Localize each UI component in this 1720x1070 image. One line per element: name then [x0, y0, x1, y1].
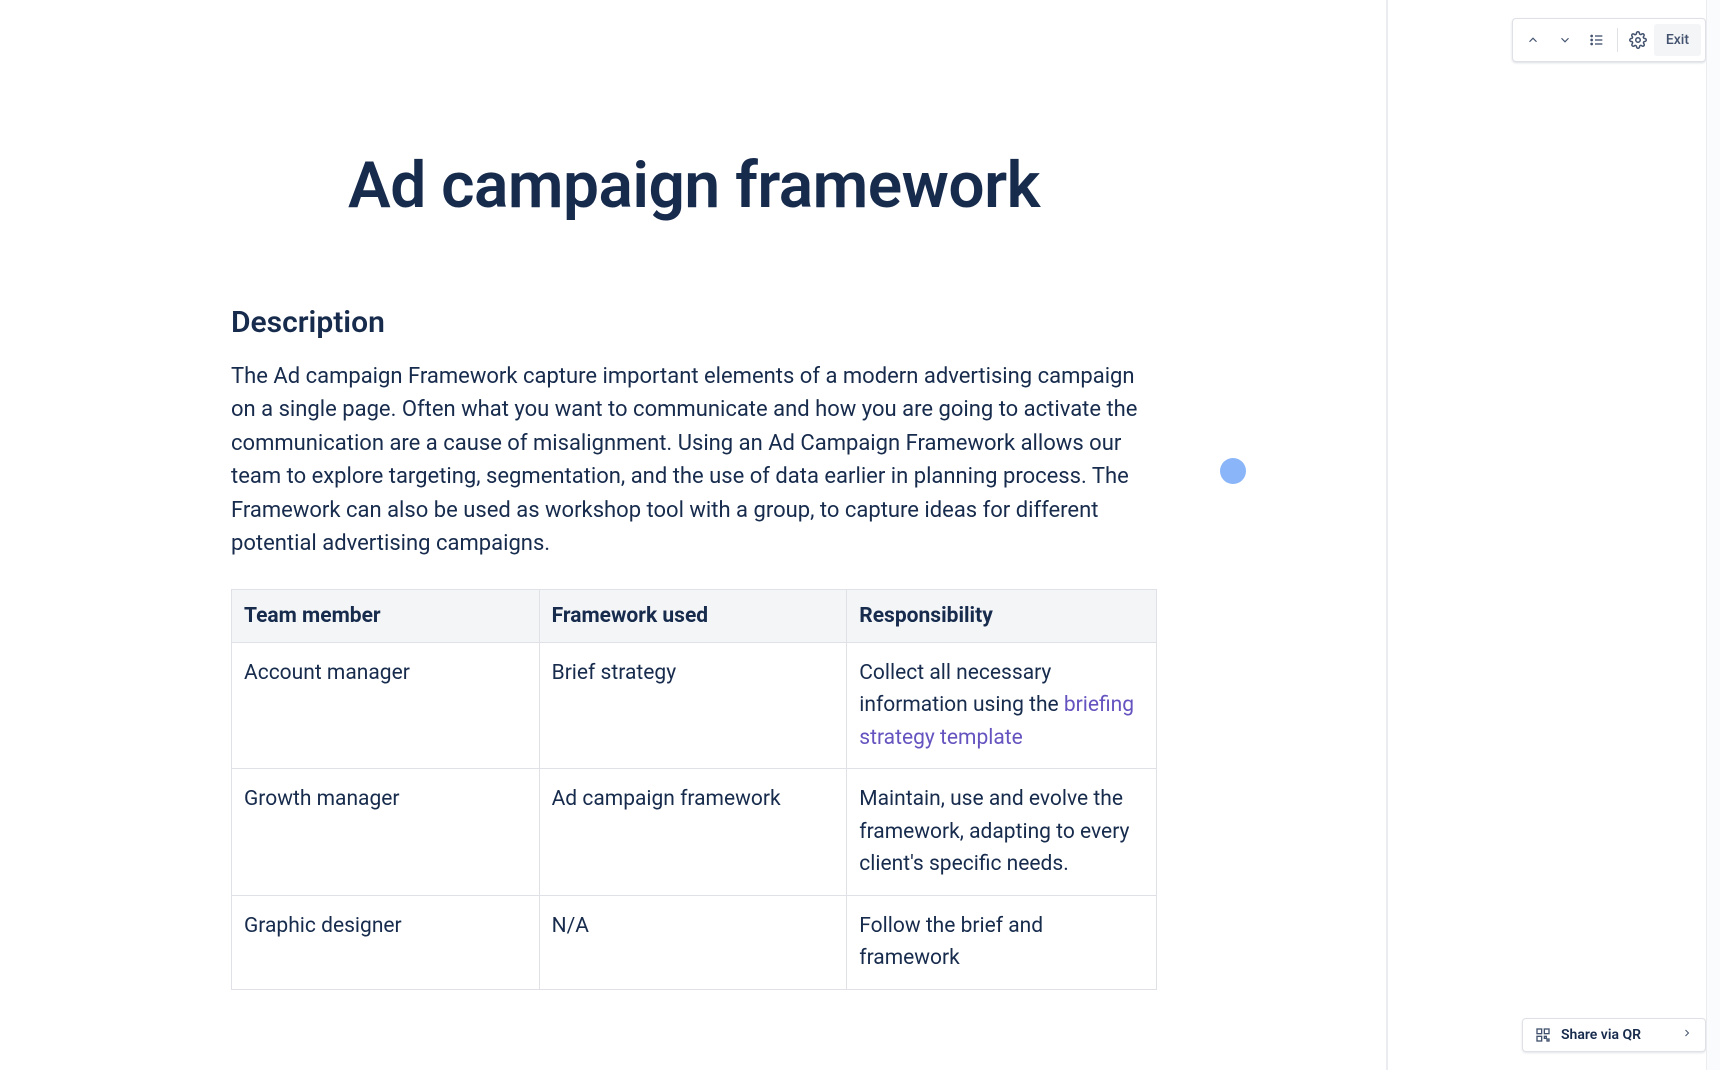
- resp-text: Collect all necessary information using …: [859, 661, 1064, 718]
- list-icon: [1589, 32, 1605, 48]
- description-heading: Description: [231, 305, 1157, 340]
- th-team-member: Team member: [232, 589, 540, 642]
- cell-member: Growth manager: [232, 769, 540, 896]
- outline-button[interactable]: [1581, 24, 1613, 56]
- vertical-scrollbar-track[interactable]: [1706, 0, 1720, 1070]
- chevron-right-icon: [1681, 1027, 1693, 1043]
- page-title: Ad campaign framework: [231, 148, 1157, 223]
- cell-responsibility: Maintain, use and evolve the framework, …: [847, 769, 1157, 896]
- share-via-qr-button[interactable]: Share via QR: [1522, 1018, 1706, 1052]
- toolbar-separator: [1617, 28, 1618, 52]
- cell-framework: N/A: [539, 895, 847, 989]
- prev-button[interactable]: [1517, 24, 1549, 56]
- table-header-row: Team member Framework used Responsibilit…: [232, 589, 1157, 642]
- page-scroll-area: Ad campaign framework Description The Ad…: [0, 0, 1388, 1070]
- resp-text: Follow the brief and framework: [859, 914, 1043, 971]
- document-content: Ad campaign framework Description The Ad…: [231, 0, 1157, 990]
- gear-icon: [1629, 31, 1647, 49]
- cell-responsibility: Collect all necessary information using …: [847, 642, 1157, 769]
- th-framework-used: Framework used: [539, 589, 847, 642]
- exit-button[interactable]: Exit: [1654, 24, 1701, 56]
- th-responsibility: Responsibility: [847, 589, 1157, 642]
- cell-framework: Brief strategy: [539, 642, 847, 769]
- presentation-toolbar: Exit: [1512, 18, 1706, 62]
- next-button[interactable]: [1549, 24, 1581, 56]
- cell-member: Graphic designer: [232, 895, 540, 989]
- table-row: Growth manager Ad campaign framework Mai…: [232, 769, 1157, 896]
- description-body: The Ad campaign Framework capture import…: [231, 360, 1157, 561]
- qr-code-icon: [1535, 1027, 1551, 1043]
- cell-responsibility: Follow the brief and framework: [847, 895, 1157, 989]
- chevron-down-icon: [1558, 33, 1572, 47]
- share-label: Share via QR: [1561, 1027, 1641, 1043]
- chevron-up-icon: [1526, 33, 1540, 47]
- hint-pulse-dot[interactable]: [1220, 458, 1246, 484]
- table-row: Account manager Brief strategy Collect a…: [232, 642, 1157, 769]
- settings-button[interactable]: [1622, 24, 1654, 56]
- exit-label: Exit: [1666, 32, 1689, 48]
- cell-member: Account manager: [232, 642, 540, 769]
- cell-framework: Ad campaign framework: [539, 769, 847, 896]
- resp-text: Maintain, use and evolve the framework, …: [859, 787, 1129, 876]
- table-row: Graphic designer N/A Follow the brief an…: [232, 895, 1157, 989]
- roles-table: Team member Framework used Responsibilit…: [231, 589, 1157, 990]
